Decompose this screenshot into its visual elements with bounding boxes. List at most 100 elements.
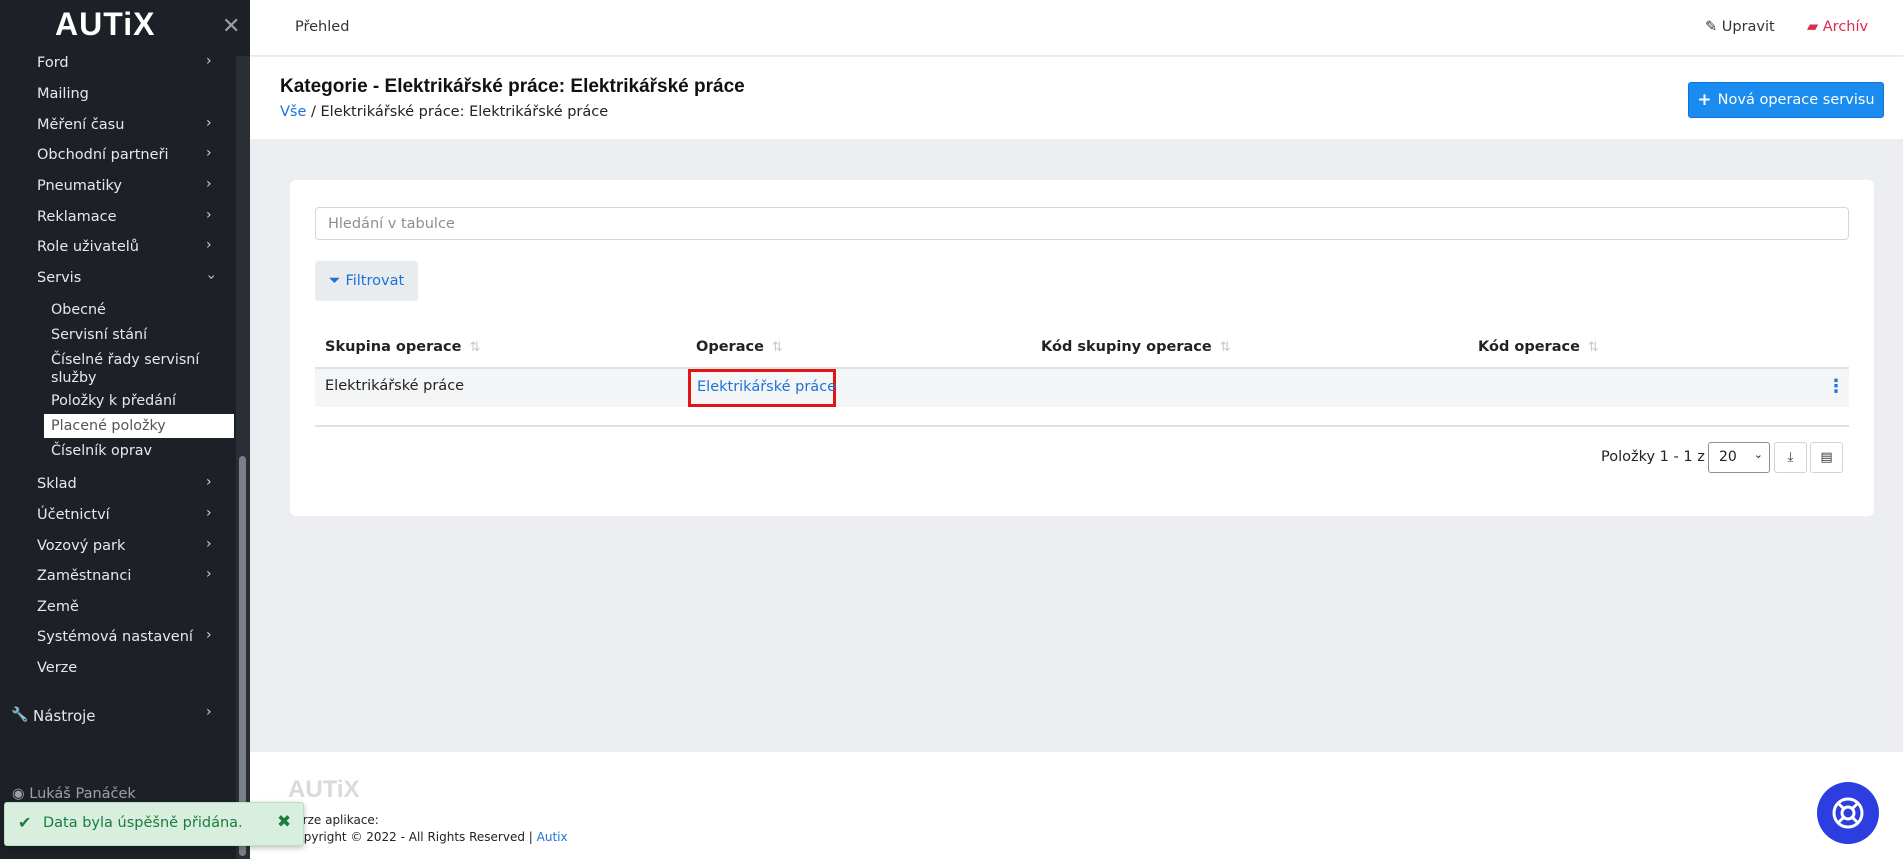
sidebar-item-zamestnanci[interactable]: Zaměstnanci ›: [0, 562, 234, 592]
chevron-right-icon: ›: [206, 176, 212, 192]
table-search-input[interactable]: [315, 207, 1849, 240]
sort-icon: ⇅: [1587, 340, 1599, 355]
user-icon: ◉: [12, 786, 25, 802]
top-bar: Přehled ✎ Upravit ▰ Archív: [250, 0, 1903, 56]
check-icon: ✔: [18, 813, 32, 832]
file-icon: ▤: [1820, 450, 1833, 465]
table-row[interactable]: [315, 369, 1849, 407]
breadcrumb: Vše / Elektrikářské práce: Elektrikářské…: [280, 104, 608, 120]
operation-link[interactable]: Elektrikářské práce: [688, 369, 836, 407]
success-toast: ✔ Data byla úspěšně přidána. ✖: [4, 802, 304, 846]
chevron-down-icon: ⌄: [1753, 448, 1763, 461]
sidebar-item-ucetnictvi[interactable]: Účetnictví ›: [0, 501, 234, 531]
sidebar-subitem-polozky-k-predani[interactable]: Položky k předání: [51, 392, 241, 410]
user-name: Lukáš Panáček: [29, 786, 136, 802]
overview-link[interactable]: Přehled: [295, 19, 349, 35]
help-chat-button[interactable]: [1817, 782, 1879, 844]
sidebar-item-zeme[interactable]: Země: [0, 593, 234, 623]
sort-icon: ⇅: [771, 340, 783, 355]
sort-icon: ⇅: [1219, 340, 1231, 355]
user-menu[interactable]: ◉ Lukáš Panáček: [12, 786, 136, 802]
chevron-right-icon: ›: [206, 237, 212, 253]
sidebar-scrollbar[interactable]: [236, 56, 250, 859]
download-icon: ⤓: [1787, 450, 1794, 465]
sidebar-item-reklamace[interactable]: Reklamace ›: [0, 203, 234, 233]
row-menu-icon[interactable]: ⋮: [1827, 376, 1845, 397]
chevron-down-icon: ›: [202, 274, 219, 280]
sidebar-item-obchodni-partneri[interactable]: Obchodní partneři ›: [0, 141, 234, 171]
archive-button[interactable]: ▰ Archív: [1807, 19, 1868, 35]
column-header-label: Kód skupiny operace: [1041, 339, 1212, 355]
chevron-right-icon: ›: [206, 704, 212, 720]
chevron-right-icon: ›: [206, 145, 212, 161]
column-header-operace[interactable]: Operace ⇅: [696, 339, 783, 355]
breadcrumb-root-link[interactable]: Vše: [280, 104, 306, 120]
new-service-operation-button[interactable]: + Nová operace servisu: [1688, 82, 1884, 118]
sort-icon: ⇅: [469, 340, 481, 355]
chevron-right-icon: ›: [206, 53, 212, 69]
sidebar-item-label: Servis: [37, 270, 82, 286]
sidebar-item-sklad[interactable]: Sklad ›: [0, 470, 234, 500]
filter-icon: ⏷: [328, 273, 341, 289]
table-footer-divider: [315, 425, 1849, 427]
sidebar-item-systemova-nastaveni[interactable]: Systémová nastavení ›: [0, 623, 234, 653]
sidebar-item-label: Pneumatiky: [37, 178, 122, 194]
sidebar-item-pneumatiky[interactable]: Pneumatiky ›: [0, 172, 234, 202]
breadcrumb-current: Elektrikářské práce: Elektrikářské práce: [320, 104, 609, 120]
sidebar-subitem-ciselnik-oprav[interactable]: Číselník oprav: [51, 442, 241, 460]
sidebar-scrollbar-thumb[interactable]: [239, 456, 246, 856]
column-header-kod-operace[interactable]: Kód operace ⇅: [1478, 339, 1599, 355]
sidebar-subitem-placene-polozky[interactable]: Placené položky: [44, 414, 234, 438]
sidebar-item-verze[interactable]: Verze: [0, 654, 234, 684]
plus-icon: +: [1697, 90, 1712, 110]
sidebar-item-mailing[interactable]: Mailing: [0, 80, 234, 110]
table-card: ⏷ Filtrovat Skupina operace ⇅ Operace ⇅ Kó…: [290, 180, 1874, 516]
sidebar-header: AUTiX ✕: [0, 0, 250, 56]
column-header-kod-skupiny-operace[interactable]: Kód skupiny operace ⇅: [1041, 339, 1231, 355]
chevron-right-icon: ›: [206, 505, 212, 521]
sidebar-subitem-ciselne-rady[interactable]: Číselné řady servisní služby: [51, 351, 201, 387]
sidebar-subitem-servisni-stani[interactable]: Servisní stání: [51, 326, 241, 344]
sidebar-item-nastroje[interactable]: 🔧 Nástroje ›: [0, 700, 236, 732]
sidebar-item-role-uzivatelu[interactable]: Role uživatelů ›: [0, 233, 234, 263]
filter-button[interactable]: ⏷ Filtrovat: [315, 261, 418, 301]
sidebar-item-label: Systémová nastavení: [37, 629, 193, 645]
lifebuoy-icon: [1832, 797, 1864, 829]
cell-group: Elektrikářské práce: [325, 378, 465, 394]
sidebar-item-label: Obchodní partneři: [37, 147, 169, 163]
edit-label: Upravit: [1721, 19, 1775, 35]
sidebar-item-label: Ford: [37, 55, 69, 71]
sidebar: AUTiX ✕ Ford › Mailing Měření času › Obc…: [0, 0, 250, 859]
sidebar-item-label: Reklamace: [37, 209, 117, 225]
close-toast-icon[interactable]: ✖: [277, 812, 291, 832]
sidebar-item-vozovy-park[interactable]: Vozový park ›: [0, 532, 234, 562]
chevron-right-icon: ›: [206, 627, 212, 643]
breadcrumb-separator: /: [311, 104, 316, 120]
pencil-icon: ✎: [1705, 19, 1718, 35]
edit-button[interactable]: ✎ Upravit: [1705, 19, 1775, 35]
sidebar-item-label: Zaměstnanci: [37, 568, 132, 584]
archive-label: Archív: [1822, 19, 1869, 35]
app-logo[interactable]: AUTiX: [55, 6, 155, 43]
archive-icon: ▰: [1807, 19, 1819, 35]
download-button[interactable]: ⤓: [1774, 442, 1807, 473]
pagination-info: Položky 1 - 1 z 1: [1601, 449, 1719, 465]
page-header: Kategorie - Elektrikářské práce: Elektri…: [250, 57, 1903, 139]
close-sidebar-icon[interactable]: ✕: [222, 14, 240, 39]
sidebar-item-label: Účetnictví: [37, 507, 110, 523]
sidebar-item-label: Měření času: [37, 117, 125, 133]
column-header-skupina-operace[interactable]: Skupina operace ⇅: [325, 339, 480, 355]
new-service-operation-label: Nová operace servisu: [1717, 92, 1875, 108]
export-file-button[interactable]: ▤: [1810, 442, 1843, 473]
column-header-label: Skupina operace: [325, 339, 462, 355]
page-size-select[interactable]: 20 ⌄: [1708, 442, 1770, 473]
sidebar-item-mereni-casu[interactable]: Měření času ›: [0, 111, 234, 141]
page-footer: AUTiX Verze aplikace: Copyright © 2022 -…: [250, 752, 1903, 859]
chevron-right-icon: ›: [206, 115, 212, 131]
sidebar-item-servis[interactable]: Servis ›: [0, 264, 234, 294]
sidebar-item-ford[interactable]: Ford ›: [0, 49, 234, 79]
sidebar-subitem-obecne[interactable]: Obecné: [51, 301, 241, 319]
autix-link[interactable]: Autix: [537, 830, 568, 844]
sidebar-item-label: Sklad: [37, 476, 77, 492]
footer-copyright: Copyright © 2022 - All Rights Reserved |…: [288, 830, 568, 844]
